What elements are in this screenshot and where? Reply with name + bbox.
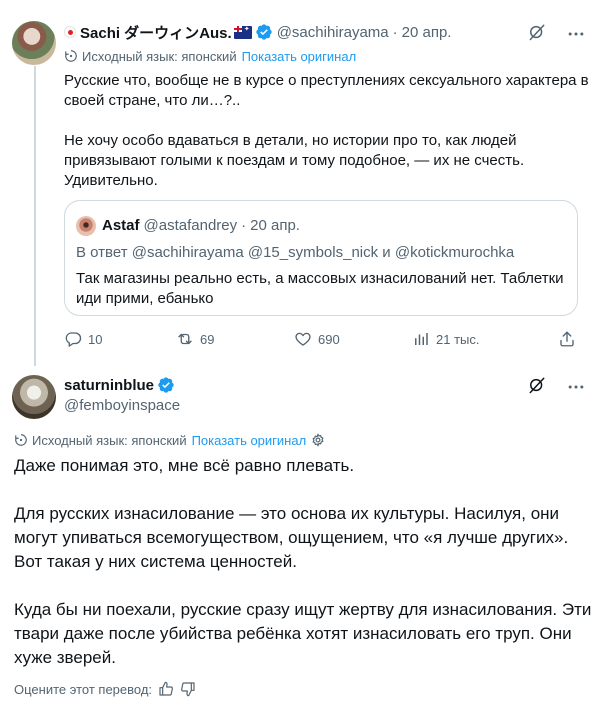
tweet-sachihirayama[interactable]: Sachi ダーウィンAus. @sachihirayama · 20 апр.…: [0, 0, 613, 366]
show-original-link[interactable]: Показать оригинал: [242, 49, 357, 64]
views-icon: [412, 330, 430, 348]
separator-dot: ·: [241, 217, 247, 234]
translate-icon: [14, 433, 28, 447]
translation-notice: Исходный язык: японский Показать оригина…: [14, 432, 325, 448]
heart-icon: [294, 330, 312, 348]
translation-notice: Исходный язык: японский Показать оригина…: [64, 48, 356, 64]
gear-icon[interactable]: [311, 433, 325, 447]
reply-count: 10: [88, 331, 103, 347]
quote-avatar[interactable]: [76, 216, 96, 236]
thread-connector-line: [34, 66, 36, 366]
quote-timestamp[interactable]: 20 апр.: [250, 217, 300, 234]
quote-reply-to: В ответ @sachihirayama @15_symbols_nick …: [76, 244, 515, 261]
grok-icon[interactable]: [527, 22, 547, 42]
quote-handle[interactable]: @astafandrey: [144, 217, 238, 234]
separator-dot: ·: [392, 23, 398, 41]
repost-button[interactable]: 69: [176, 330, 214, 348]
australia-flag-icon: [233, 25, 252, 39]
thumbs-up-icon[interactable]: [158, 681, 174, 697]
translate-icon: [64, 49, 78, 63]
tweet-header: Sachi ダーウィンAus. @sachihirayama · 20 апр.: [64, 22, 451, 42]
rate-translation-label: Оцените этот перевод:: [14, 681, 153, 697]
tweet-saturninblue[interactable]: saturninblue @femboyinspace Исходный язы…: [0, 365, 613, 702]
display-name[interactable]: saturninblue: [64, 377, 154, 394]
japan-flag-icon: [64, 26, 76, 38]
tweet-text: Даже понимая это, мне всё равно плевать.…: [14, 454, 599, 694]
like-count: 690: [318, 331, 340, 347]
more-icon[interactable]: [566, 24, 586, 44]
grok-icon[interactable]: [527, 375, 547, 395]
share-icon: [558, 330, 576, 348]
handle[interactable]: @sachihirayama: [277, 24, 389, 41]
reply-button[interactable]: 10: [64, 330, 102, 348]
more-icon[interactable]: [566, 377, 586, 397]
repost-count: 69: [200, 331, 215, 347]
like-button[interactable]: 690: [294, 330, 340, 348]
quote-text: Так магазины реально есть, а массовых из…: [76, 270, 564, 307]
translation-source-label: Исходный язык: японский: [32, 432, 187, 448]
views-count: 21 тыс.: [436, 331, 480, 347]
views-button[interactable]: 21 тыс.: [412, 330, 479, 348]
share-button[interactable]: [558, 330, 576, 348]
tweet-text: Русские что, вообще не в курсе о преступ…: [64, 71, 599, 211]
avatar[interactable]: [12, 375, 56, 419]
display-name[interactable]: Sachi ダーウィンAus.: [80, 22, 232, 43]
verified-badge-icon[interactable]: [157, 376, 175, 394]
timestamp[interactable]: 20 апр.: [402, 24, 452, 41]
tweet-actions: 10 69 690 21 тыс.: [64, 330, 578, 352]
translation-source-label: Исходный язык: японский: [82, 48, 237, 64]
tweet-header: saturninblue: [64, 376, 175, 394]
thumbs-down-icon[interactable]: [180, 681, 196, 697]
quoted-tweet[interactable]: Astaf @astafandrey · 20 апр. В ответ @sa…: [64, 200, 578, 316]
tweet-paragraph: Куда бы ни поехали, русские сразу ищут ж…: [14, 600, 592, 667]
quote-header: Astaf @astafandrey · 20 апр.: [102, 217, 300, 234]
tweet-paragraph: Русские что, вообще не в курсе о преступ…: [64, 72, 589, 109]
avatar[interactable]: [12, 21, 56, 65]
reply-icon: [64, 330, 82, 348]
repost-icon: [176, 330, 194, 348]
tweet-paragraph: Для русских изнасилование — это основа и…: [14, 504, 569, 571]
rate-translation: Оцените этот перевод:: [14, 681, 196, 697]
handle[interactable]: @femboyinspace: [64, 397, 180, 414]
show-original-link[interactable]: Показать оригинал: [192, 433, 307, 448]
tweet-paragraph: Даже понимая это, мне всё равно плевать.: [14, 456, 355, 475]
verified-badge-icon[interactable]: [255, 23, 273, 41]
quote-display-name[interactable]: Astaf: [102, 217, 140, 234]
tweet-paragraph: Не хочу особо вдаваться в детали, но ист…: [64, 132, 525, 189]
